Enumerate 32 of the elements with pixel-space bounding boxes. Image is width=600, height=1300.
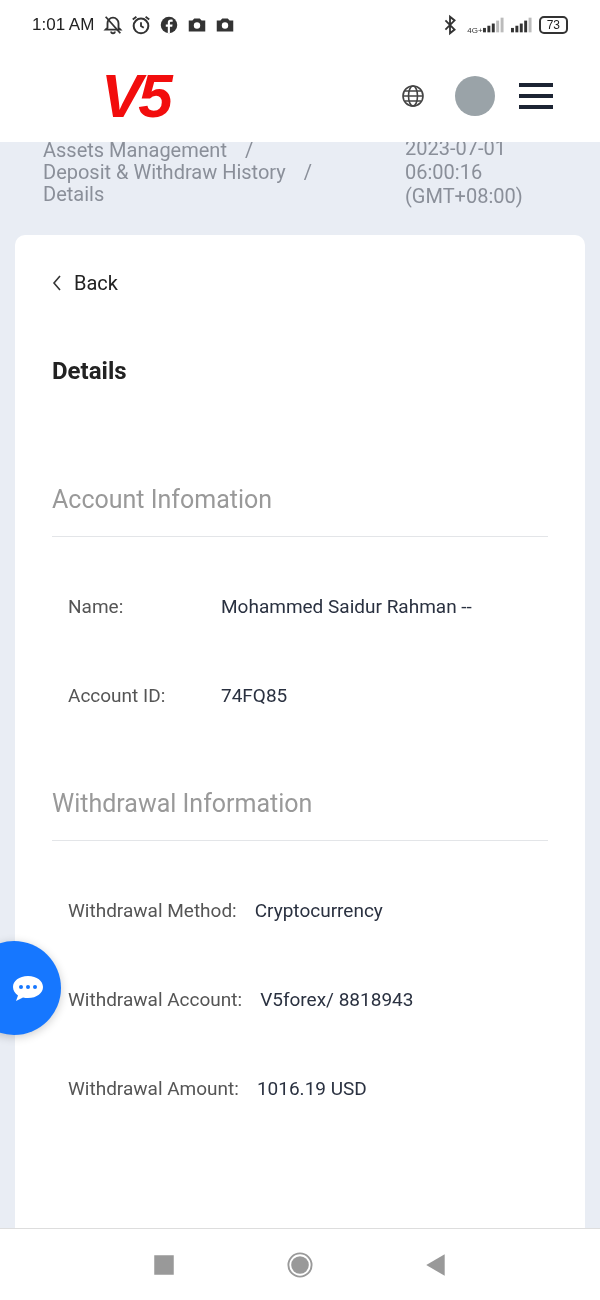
signal-icon <box>482 17 505 33</box>
field-value: 74FQ85 <box>221 684 288 707</box>
home-button[interactable] <box>287 1251 313 1278</box>
signal-icon <box>510 17 533 33</box>
breadcrumb-link[interactable]: Details <box>43 183 105 205</box>
logo[interactable]: V5 <box>101 65 169 127</box>
page-title: Details <box>52 357 128 385</box>
breadcrumb-separator: / <box>244 142 254 161</box>
muted-bell-icon <box>102 14 125 36</box>
field-value: Cryptocurrency <box>254 899 383 922</box>
field-value: 1016.19 USD <box>256 1077 367 1100</box>
field-value: Mohammed Saidur Rahman -- <box>221 595 472 618</box>
field-value: V5forex/ 8818943 <box>260 988 414 1011</box>
globe-icon[interactable] <box>401 84 425 108</box>
field-label: Withdrawal Account: <box>68 988 243 1011</box>
breadcrumb-link[interactable]: Deposit & Withdraw History <box>43 161 286 183</box>
section-title: Account Infomation <box>52 485 548 537</box>
network-type: 4G+ <box>467 26 483 35</box>
chat-bubble-icon <box>11 974 45 1002</box>
menu-icon[interactable] <box>519 81 553 111</box>
back-link[interactable]: Back <box>52 271 118 295</box>
section-title: Withdrawal Information <box>52 789 548 841</box>
field-label: Name: <box>68 595 125 618</box>
field-label: Withdrawal Amount: <box>68 1077 239 1100</box>
chevron-left-icon <box>52 275 62 291</box>
clock: 1:01 AM <box>32 15 95 35</box>
breadcrumb-separator: / <box>303 161 313 183</box>
breadcrumb-link[interactable]: Assets Management <box>43 142 227 161</box>
battery-level: 73 <box>538 16 568 34</box>
field-label: Account ID: <box>68 684 167 707</box>
avatar[interactable] <box>455 76 495 116</box>
field-label: Withdrawal Method: <box>68 899 237 922</box>
